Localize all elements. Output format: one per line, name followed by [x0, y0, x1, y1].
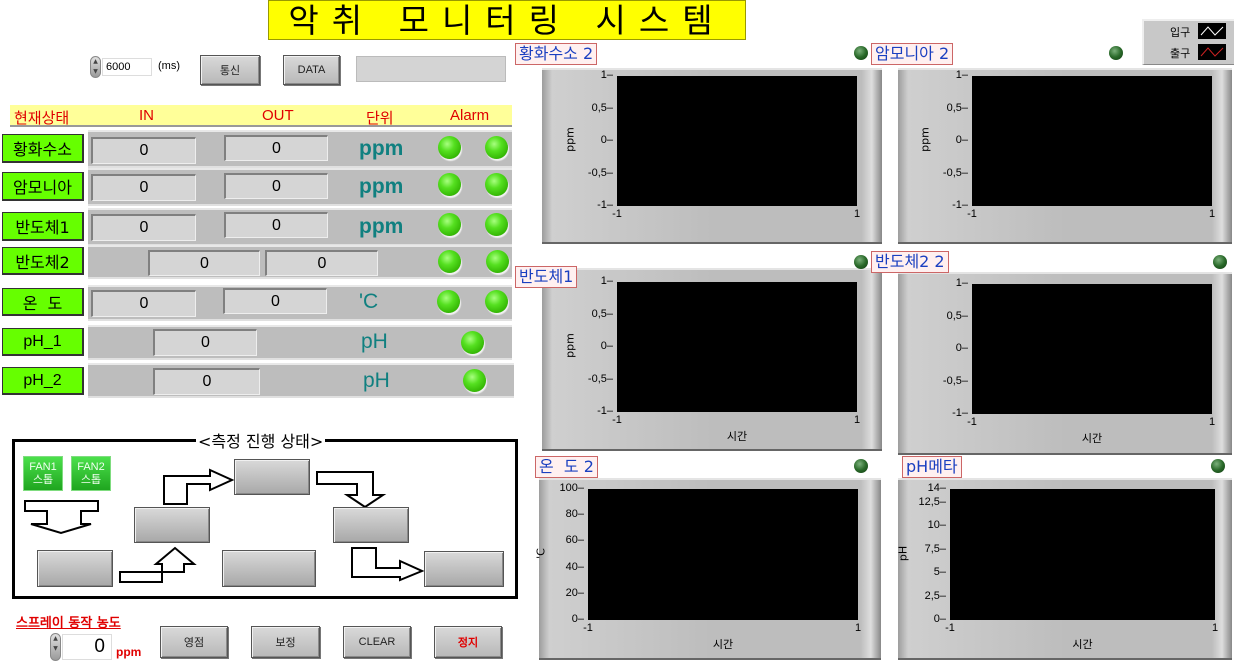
arrow-step4-right: [351, 547, 425, 582]
step-5: [333, 507, 409, 543]
spray-label: 스프레이 동작 농도: [16, 616, 121, 631]
graph-4-ytick: 60–: [565, 534, 584, 547]
graph-5-xtick: -1: [945, 622, 955, 634]
graph-4-ylabel: 'C: [534, 547, 548, 559]
spray-unit: ppm: [116, 645, 142, 659]
graph-0-status-led: [854, 46, 868, 60]
graph-1-ytick: 1–: [955, 69, 968, 81]
graph-4-xtick: 1: [854, 622, 862, 634]
arrow-step1-up: [119, 546, 197, 583]
graph-5-ytick: 7,5–: [924, 542, 946, 555]
graph-4-xlabel: 시간: [712, 638, 734, 651]
graph-1-ytick: -1–: [952, 199, 968, 211]
graph-2-ytick: -0,5–: [587, 372, 613, 385]
arrow-fans-down: [24, 500, 99, 535]
zero-button[interactable]: 영점: [160, 626, 228, 658]
graph-1-xtick: 1: [1208, 208, 1216, 220]
graph-5-ytick: 12,5–: [918, 496, 946, 509]
graph-5-xlabel: 시간: [1072, 638, 1093, 651]
graph-4-ytick: 20–: [565, 586, 584, 599]
graph-3-xtick: -1: [967, 416, 977, 428]
graph-2-xtick: 1: [853, 414, 861, 426]
graph-5-title: pH메타: [902, 456, 962, 478]
graph-0-xtick: -1: [612, 208, 622, 220]
graph-5-ytick: 0–: [933, 613, 946, 625]
graph-2-xtick: -1: [612, 414, 622, 426]
graph-4-title: 온 도 2: [535, 456, 598, 478]
graph-4-ytick: 80–: [565, 508, 584, 521]
graph-0-ylabel: ppm: [563, 127, 577, 152]
graph-1-ylabel: ppm: [918, 127, 932, 152]
graph-3-ytick: 0–: [955, 342, 968, 354]
graph-2-ytick: -1–: [597, 405, 613, 417]
graph-4-status-led: [854, 459, 868, 473]
graph-2-ylabel: ppm: [563, 333, 577, 358]
graph-4-ytick: 40–: [565, 560, 584, 573]
graph-0-ytick: -1–: [597, 199, 613, 211]
graph-5-ylabel: pH: [896, 545, 910, 561]
graph-3-ytick: 1–: [955, 277, 968, 289]
graph-4-ytick: 100–: [559, 482, 584, 494]
graph-2-ytick: 0–: [600, 340, 613, 352]
calibrate-button[interactable]: 보정: [251, 626, 320, 658]
graph-1-ytick: 0,5–: [946, 101, 968, 114]
arrow-step3-down: [316, 471, 387, 509]
graph-1-ytick: 0–: [955, 134, 968, 146]
graph-3-xlabel: 시간: [1081, 432, 1103, 445]
graph-0-plot: [617, 76, 857, 206]
graph-2-ytick: 0,5–: [591, 307, 613, 320]
graph-1-xtick: -1: [967, 208, 977, 220]
graph-3-ytick: 0,5–: [946, 309, 968, 322]
graph-2-title: 반도체1: [515, 266, 578, 288]
graph-0-ytick: 0,5–: [591, 101, 613, 114]
graph-0-ytick: -0,5–: [587, 166, 613, 179]
flow-arrows: [24, 468, 425, 583]
graph-1-ytick: -0,5–: [942, 166, 968, 179]
graph-1-plot: [972, 76, 1212, 206]
graph-5-status-led: [1211, 459, 1225, 473]
graph-2-plot: [617, 282, 857, 412]
graph-3-title: 반도체2 2: [871, 251, 949, 273]
graph-0-xtick: 1: [853, 208, 861, 220]
graph-0-ytick: 1–: [600, 69, 613, 81]
graph-5-xtick: 1: [1211, 622, 1219, 634]
graph-2-ytick: 1–: [600, 275, 613, 287]
graph-0-ytick: 0–: [600, 134, 613, 146]
spray-spinner[interactable]: ▲ ▼: [50, 633, 61, 661]
step-4: [222, 550, 316, 587]
graph-5-ytick: 2,5–: [924, 589, 946, 602]
step-1: [37, 550, 113, 587]
legend-outlet-swatch: [1198, 44, 1226, 60]
graph-2-xlabel: 시간: [726, 430, 748, 443]
graph-3-plot: [972, 284, 1212, 414]
graph-5-ytick: 5–: [933, 566, 946, 579]
graph-3-status-led: [1213, 255, 1227, 269]
graph-3-ytick: -1–: [952, 407, 968, 419]
spray-value-input[interactable]: 0: [62, 634, 112, 660]
step-6: [424, 551, 504, 587]
clear-button[interactable]: CLEAR: [343, 626, 411, 658]
graph-4-plot: [588, 489, 858, 620]
plot-legend: 입구 출구: [1142, 19, 1234, 65]
stop-button[interactable]: 정지: [434, 626, 502, 658]
graph-2-status-led: [854, 255, 868, 269]
arrow-step2-up: [163, 468, 235, 505]
graph-5-ytick: 14–: [927, 482, 946, 494]
step-2: [134, 507, 210, 543]
step-3: [234, 459, 310, 495]
graph-5-ytick: 10–: [927, 519, 946, 532]
legend-inlet-swatch: [1198, 23, 1226, 39]
legend-outlet-label: 출구: [1170, 47, 1191, 60]
graph-1-title: 암모니아 2: [871, 43, 954, 65]
graph-3-xtick: 1: [1208, 416, 1216, 428]
graph-5-plot: [950, 489, 1215, 620]
graph-4-ytick: 0–: [571, 613, 584, 625]
graph-0-title: 황화수소 2: [515, 43, 598, 65]
graph-4-xtick: -1: [583, 622, 593, 634]
graph-1-status-led: [1109, 46, 1123, 60]
graph-3-ytick: -0,5–: [942, 374, 968, 387]
legend-inlet-label: 입구: [1170, 26, 1191, 39]
